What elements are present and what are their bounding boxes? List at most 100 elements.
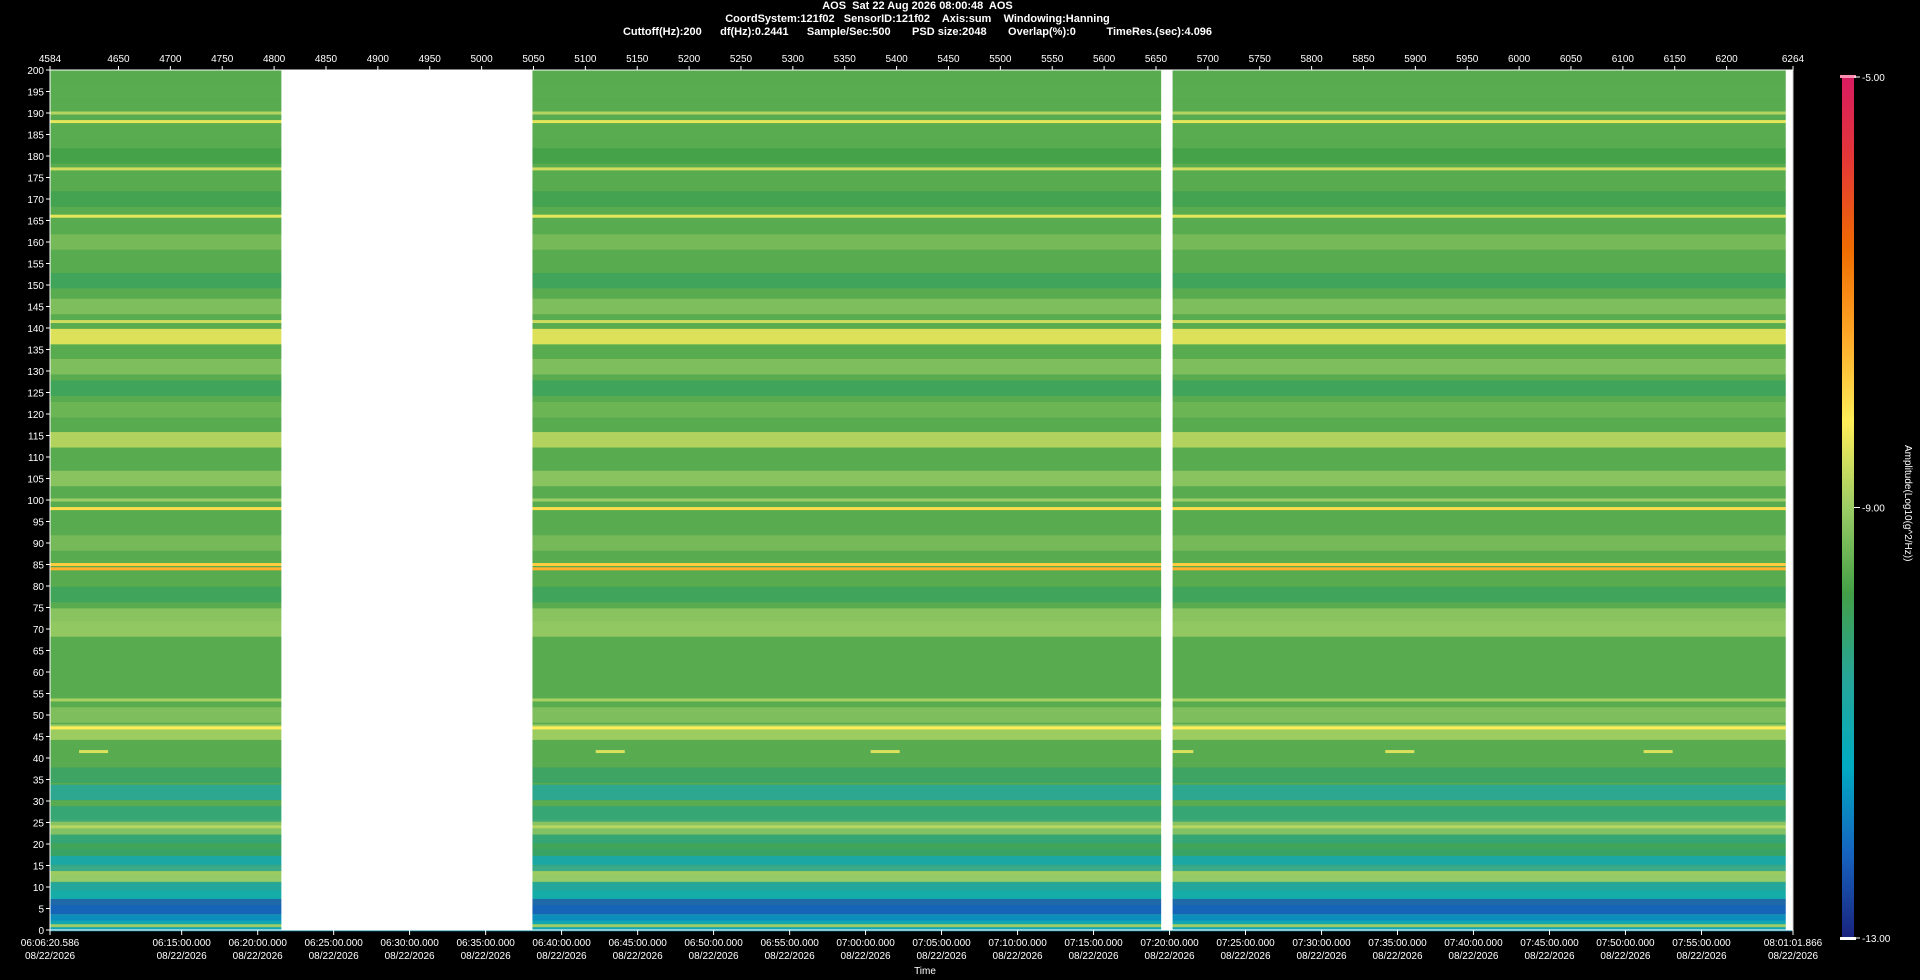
- colorbar-max-marker: [1840, 75, 1856, 78]
- date-tick-label: 08/22/2026: [1524, 951, 1574, 962]
- time-tick-label: 07:10:00.000: [988, 938, 1047, 949]
- sample-index-tick-label: 4584: [39, 54, 62, 65]
- sample-index-tick-label: 5250: [730, 54, 753, 65]
- time-tick-label: 06:30:00.000: [380, 938, 439, 949]
- time-tick-label: 07:40:00.000: [1444, 938, 1503, 949]
- date-tick-label: 08/22/2026: [993, 951, 1043, 962]
- frequency-tick-label: 170: [27, 195, 44, 206]
- date-tick-label: 08/22/2026: [1448, 951, 1498, 962]
- date-tick-label: 08/22/2026: [1220, 951, 1270, 962]
- transient-event: [1172, 750, 1194, 754]
- frequency-tick-label: 145: [27, 303, 44, 314]
- data-gap: [1161, 70, 1173, 930]
- amplitude-colorbar: [1840, 75, 1856, 940]
- sample-index-tick-label: 5500: [989, 54, 1012, 65]
- date-tick-label: 08/22/2026: [385, 951, 435, 962]
- date-tick-label: 08/22/2026: [689, 951, 739, 962]
- frequency-tick-label: 45: [33, 733, 45, 744]
- transient-event: [1385, 750, 1415, 754]
- sample-index-tick-label: 4700: [159, 54, 182, 65]
- frequency-tick-label: 105: [27, 475, 44, 486]
- sample-index-tick-label: 5300: [782, 54, 805, 65]
- data-gap: [1785, 70, 1793, 930]
- frequency-tick-label: 135: [27, 346, 44, 357]
- frequency-tick-label: 35: [33, 776, 45, 787]
- frequency-tick-label: 140: [27, 324, 44, 335]
- time-tick-label: 06:15:00.000: [152, 938, 211, 949]
- time-tick-label: 07:25:00.000: [1216, 938, 1275, 949]
- date-tick-label: 08/22/2026: [1068, 951, 1118, 962]
- frequency-tick-label: 95: [33, 518, 45, 529]
- time-tick-label: 06:45:00.000: [608, 938, 667, 949]
- frequency-tick-label: 15: [33, 862, 45, 873]
- date-tick-label: 08/22/2026: [233, 951, 283, 962]
- frequency-tick-label: 185: [27, 131, 44, 142]
- sample-index-axis: 4584 4650 4700 4750 4800 4850 4900 4950 5000 5050…: [39, 54, 1805, 71]
- date-tick-label: 08/22/2026: [613, 951, 663, 962]
- colorbar-label: Amplitude(Log10(g^2/Hz)): [1902, 445, 1913, 561]
- sample-index-tick-label: 5200: [678, 54, 701, 65]
- sample-index-tick-label: 5350: [834, 54, 857, 65]
- sample-index-tick-label: 4750: [211, 54, 234, 65]
- sample-index-tick-label: 6200: [1715, 54, 1738, 65]
- frequency-tick-label: 125: [27, 389, 44, 400]
- frequency-tick-label: 65: [33, 647, 45, 658]
- frequency-tick-label: 90: [33, 539, 45, 550]
- time-tick-label: 07:55:00.000: [1672, 938, 1731, 949]
- time-tick-label: 07:50:00.000: [1596, 938, 1655, 949]
- date-tick-label: 08/22/2026: [1297, 951, 1347, 962]
- transient-event: [595, 750, 625, 754]
- date-tick-label: 08/22/2026: [309, 951, 359, 962]
- frequency-axis: 0 5 10 15 20 25 30 35 40 45 50 55 60 65 70 75 80 85 90 95 10…: [27, 66, 51, 937]
- frequency-tick-label: 30: [33, 797, 45, 808]
- frequency-tick-label: 130: [27, 367, 44, 378]
- sample-index-tick-label: 6000: [1508, 54, 1531, 65]
- frequency-tick-label: 40: [33, 754, 45, 765]
- sample-index-tick-label: 5100: [574, 54, 597, 65]
- date-tick-label: 08/22/2026: [1372, 951, 1422, 962]
- frequency-tick-label: 70: [33, 625, 45, 636]
- sample-index-tick-label: 4800: [263, 54, 286, 65]
- sample-index-tick-label: 5700: [1197, 54, 1220, 65]
- sample-index-tick-label: 5050: [522, 54, 545, 65]
- time-tick-label: 06:06:20.586: [21, 938, 80, 949]
- sample-index-tick-label: 6100: [1612, 54, 1635, 65]
- transient-event: [79, 750, 109, 754]
- date-tick-label: 08/22/2026: [1600, 951, 1650, 962]
- date-tick-label: 08/22/2026: [1145, 951, 1195, 962]
- sample-index-tick-label: 4900: [367, 54, 390, 65]
- sample-index-tick-label: 6050: [1560, 54, 1583, 65]
- date-tick-label: 08/22/2026: [765, 951, 815, 962]
- frequency-tick-label: 115: [28, 432, 44, 443]
- transient-event: [1643, 750, 1673, 754]
- time-tick-label: 06:40:00.000: [532, 938, 591, 949]
- frequency-tick-label: 165: [27, 217, 44, 228]
- time-tick-label: 06:55:00.000: [760, 938, 819, 949]
- frequency-tick-label: 175: [27, 174, 44, 185]
- spectrogram-chart: 0 5 10 15 20 25 30 35 40 45 50 55 60 65 70 75 80 85 90 95 10…: [21, 54, 1913, 977]
- frequency-tick-label: 110: [28, 453, 44, 464]
- time-tick-label: 06:20:00.000: [229, 938, 288, 949]
- colorbar-tick-labels: -5.00 -9.00 -13.00: [1854, 73, 1891, 945]
- sample-index-tick-label: 4850: [315, 54, 338, 65]
- date-tick-label: 08/22/2026: [1768, 951, 1818, 962]
- frequency-tick-label: 25: [33, 819, 45, 830]
- time-tick-label: 07:20:00.000: [1140, 938, 1199, 949]
- frequency-tick-label: 75: [33, 604, 45, 615]
- time-tick-label: 08:01:01.866: [1764, 938, 1823, 949]
- sample-index-tick-label: 5400: [885, 54, 908, 65]
- date-tick-label: 08/22/2026: [1676, 951, 1726, 962]
- colorbar-tick-label: -9.00: [1862, 504, 1885, 515]
- time-tick-label: 07:05:00.000: [912, 938, 971, 949]
- spectrogram-plot-area[interactable]: [49, 69, 1794, 932]
- time-tick-label: 06:35:00.000: [456, 938, 515, 949]
- frequency-tick-label: 155: [27, 260, 44, 271]
- sample-index-tick-label: 5950: [1456, 54, 1479, 65]
- time-tick-label: 07:15:00.000: [1064, 938, 1123, 949]
- date-tick-label: 08/22/2026: [157, 951, 207, 962]
- time-tick-label: 06:50:00.000: [684, 938, 743, 949]
- frequency-tick-label: 60: [33, 668, 45, 679]
- time-tick-label: 07:45:00.000: [1520, 938, 1579, 949]
- frequency-tick-label: 0: [38, 926, 44, 937]
- frequency-tick-label: 150: [27, 281, 44, 292]
